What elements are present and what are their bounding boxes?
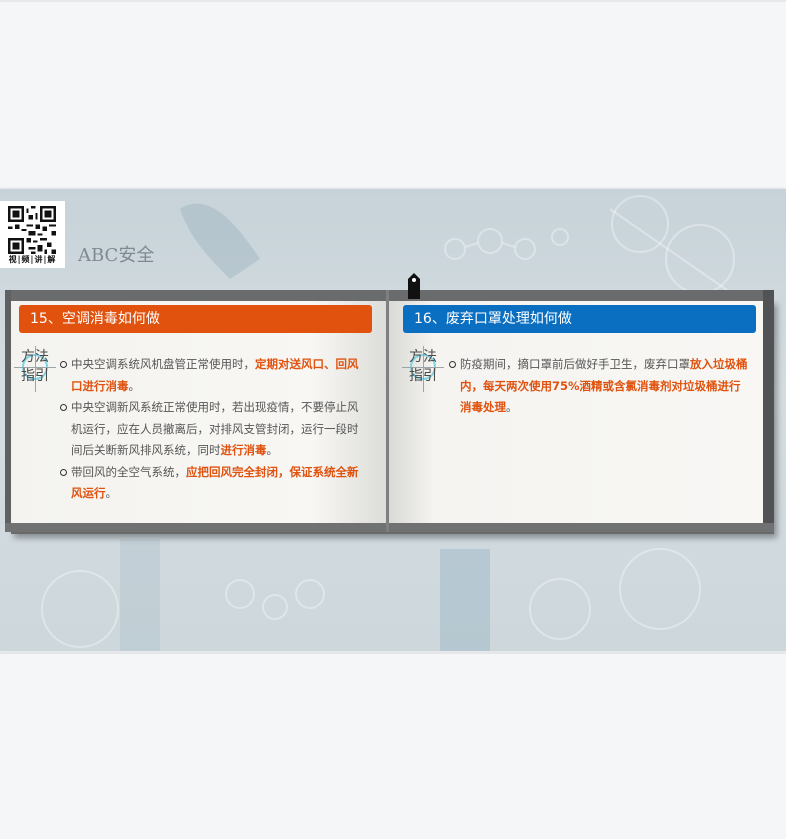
list-item: 中央空调新风系统正常使用时，若出现疫情，不要停止风机运行，应在人员撤离后，对排风… bbox=[60, 397, 362, 462]
bullet-ring-icon bbox=[449, 361, 456, 368]
list-item: 中央空调系统风机盘管正常使用时，定期对送风口、回风口进行消毒。 bbox=[60, 354, 362, 397]
qr-code-icon bbox=[8, 206, 56, 254]
top-divider bbox=[0, 0, 786, 2]
book-frame-top bbox=[11, 290, 774, 301]
list-item: 防疫期间，摘口罩前后做好手卫生，废弃口罩放入垃圾桶内，每天两次使用75%酒精或含… bbox=[449, 354, 751, 419]
card-title-left: 15、空调消毒如何做 bbox=[19, 305, 372, 333]
book-spine bbox=[386, 290, 389, 532]
qr-code-panel[interactable]: 视|频|讲|解 bbox=[0, 201, 65, 268]
bookmark-icon bbox=[408, 273, 420, 299]
book-frame-right bbox=[763, 290, 774, 523]
qr-caption: 视|频|讲|解 bbox=[8, 254, 57, 264]
bullet-ring-icon bbox=[60, 361, 67, 368]
slide: 视|频|讲|解 ABC安全 15、空调消毒如何做 16、废弃口罩处理如何做 方法… bbox=[0, 189, 786, 651]
brand-name: ABC安全 bbox=[78, 245, 155, 266]
bullet-ring-icon bbox=[60, 468, 67, 476]
book-frame-bottom bbox=[5, 523, 774, 532]
list-item: 带回风的全空气系统，应把回风完全封闭，保证系统全新风运行。 bbox=[60, 462, 362, 505]
bullet-list-right: 防疫期间，摘口罩前后做好手卫生，废弃口罩放入垃圾桶内，每天两次使用75%酒精或含… bbox=[449, 354, 751, 419]
bottom-divider bbox=[0, 652, 786, 654]
bullet-list-left: 中央空调系统风机盘管正常使用时，定期对送风口、回风口进行消毒。 中央空调新风系统… bbox=[60, 354, 362, 505]
method-guide-badge-right: 方法指引 bbox=[402, 346, 444, 392]
card-title-right: 16、废弃口罩处理如何做 bbox=[403, 305, 756, 333]
method-guide-label: 方法指引 bbox=[409, 349, 437, 384]
bullet-ring-icon bbox=[60, 404, 67, 411]
method-guide-label: 方法指引 bbox=[21, 349, 49, 384]
method-guide-badge-left: 方法指引 bbox=[14, 346, 56, 392]
